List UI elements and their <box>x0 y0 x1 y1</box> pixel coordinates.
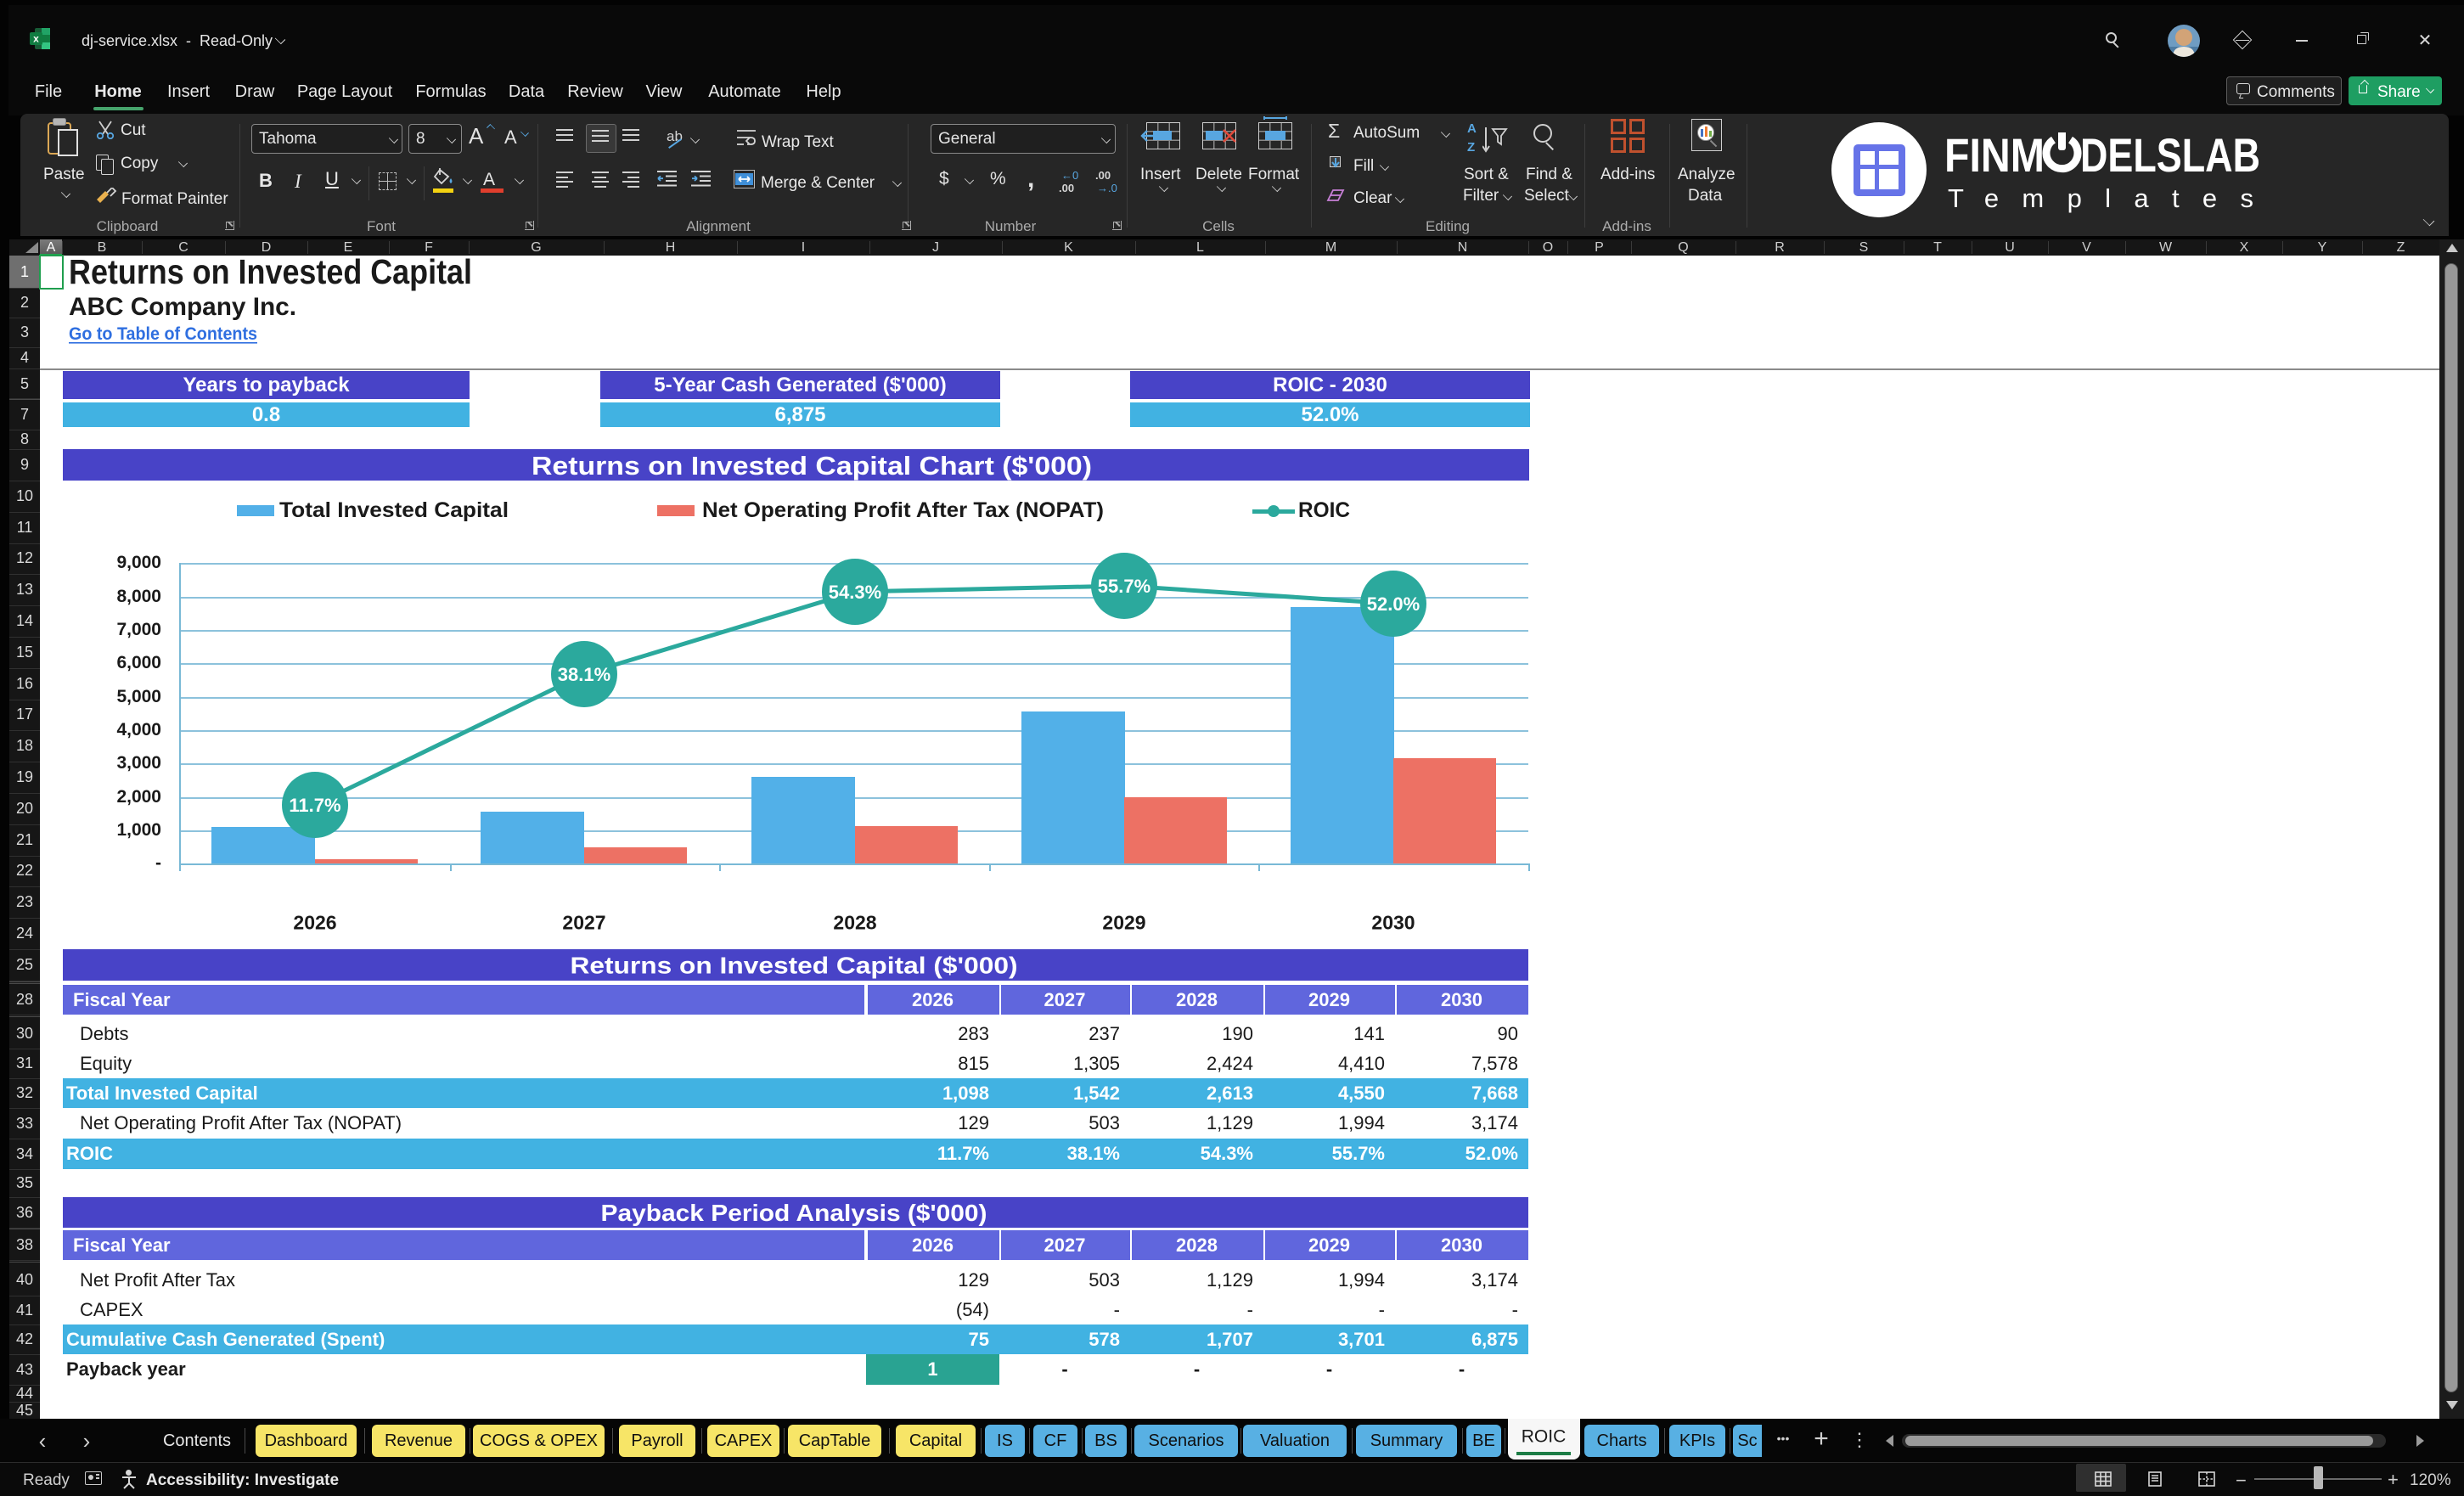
svg-text:Net Operating Profit After Tax: Net Operating Profit After Tax (NOPAT) <box>702 498 1104 522</box>
svg-text:Total Invested Capital: Total Invested Capital <box>279 498 509 522</box>
svg-text:38.1%: 38.1% <box>558 664 610 685</box>
svg-text:Returns on Invested Capital ($: Returns on Invested Capital ($'000) <box>571 953 1018 979</box>
svg-text:DELSLAB: DELSLAB <box>2080 132 2260 182</box>
svg-text:Go to Table of Contents: Go to Table of Contents <box>69 324 257 344</box>
svg-text:Templates: Templates <box>1948 183 2253 213</box>
svg-text:55.7%: 55.7% <box>1098 576 1150 597</box>
svg-text:Returns on Invested Capital: Returns on Invested Capital <box>69 252 472 291</box>
svg-text:x: x <box>33 33 39 45</box>
svg-text:11.7%: 11.7% <box>289 795 340 816</box>
svg-text:52.0%: 52.0% <box>1367 593 1420 615</box>
svg-text:Payback Period Analysis ($'000: Payback Period Analysis ($'000) <box>601 1200 987 1226</box>
svg-text:ROIC: ROIC <box>1298 498 1350 522</box>
svg-text:Returns on Invested Capital Ch: Returns on Invested Capital Chart ($'000… <box>532 451 1092 481</box>
svg-text:54.3%: 54.3% <box>829 582 881 603</box>
svg-text:FINM: FINM <box>1944 132 2045 182</box>
svg-text:ABC Company Inc.: ABC Company Inc. <box>69 293 296 321</box>
